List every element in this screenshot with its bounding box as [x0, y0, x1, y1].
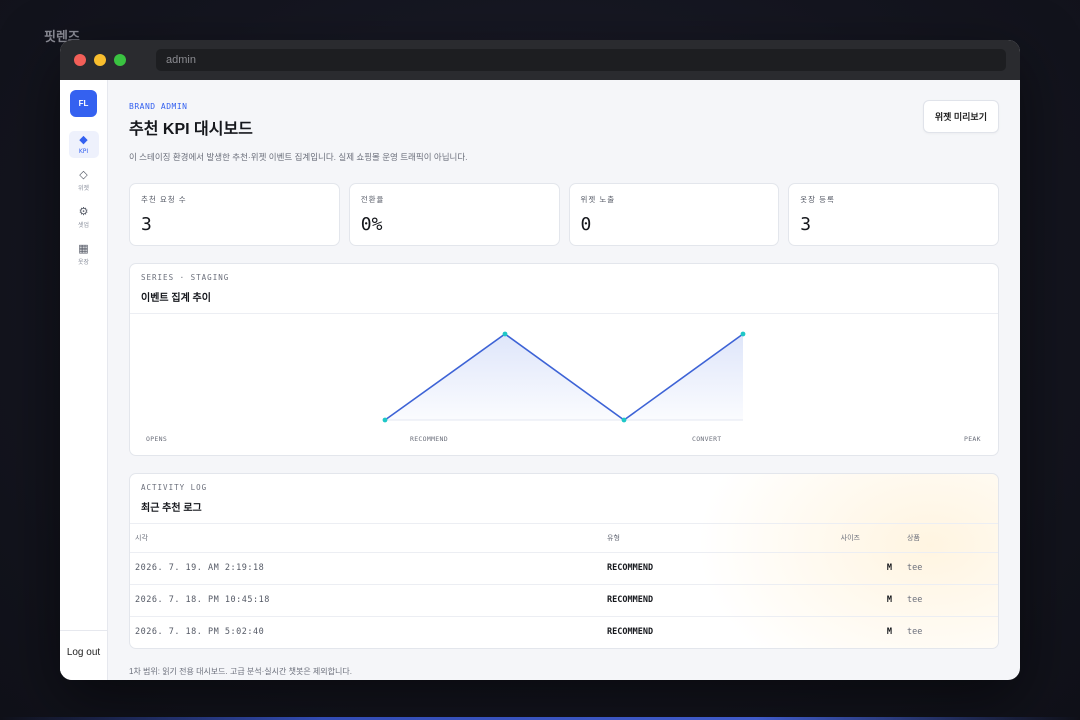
activity-log-table: 시각 유형 사이즈 상품 2026. 7. 19. AM 2:19:18 REC…: [130, 524, 998, 648]
x-axis-tick-label: CONVERT: [692, 435, 722, 443]
sidebar-item-1[interactable]: ◇ 위젯: [69, 166, 99, 195]
kpi-label: 옷장 등록: [800, 195, 835, 204]
minimize-window-button[interactable]: [94, 54, 106, 66]
kpi-card-wardrobe: 옷장 등록 3: [788, 183, 999, 246]
sidebar: FL ◆ KPI ◇ 위젯 ⚙ 셋업 ▦ 옷장 Log out: [60, 80, 108, 680]
log-type: RECOMMEND: [602, 584, 772, 617]
sidebar-nav: ◆ KPI ◇ 위젯 ⚙ 셋업 ▦ 옷장: [68, 117, 99, 269]
log-size: M: [772, 552, 902, 585]
table-row: 2026. 7. 19. AM 2:19:18 RECOMMEND M tee: [130, 552, 998, 585]
chart-point-recommend[interactable]: [502, 331, 508, 337]
sidebar-item-label: 셋업: [77, 222, 90, 229]
log-size: M: [772, 584, 902, 617]
table-row: 2026. 7. 18. PM 10:45:18 RECOMMEND M tee: [130, 584, 998, 617]
table-row: 2026. 7. 18. PM 5:02:40 RECOMMEND M tee: [130, 616, 998, 648]
series-card-header: SERIES · STAGING 이벤트 집계 추이: [130, 264, 998, 314]
kpi-value: 3: [141, 214, 152, 235]
page-header: BRAND ADMIN 추천 KPI 대시보드 위젯 미리보기: [129, 100, 999, 139]
column-header-product: 상품: [902, 524, 998, 553]
log-product: tee: [902, 552, 998, 585]
kpi-row: 추천 요청 수 3 전환율 0% 위젯 노출 0 옷장 등록 3: [129, 183, 999, 246]
log-time: 2026. 7. 19. AM 2:19:18: [130, 552, 602, 585]
activity-log-card: ACTIVITY LOG 최근 추천 로그 시각 유형 사이즈 상품 2026.…: [129, 473, 999, 649]
column-header-size: 사이즈: [772, 524, 902, 553]
log-time: 2026. 7. 18. PM 10:45:18: [130, 584, 602, 617]
chart-area: OPENS RECOMMEND CONVERT PEAK: [130, 314, 998, 455]
logout-button[interactable]: Log out: [60, 630, 107, 674]
grid-icon: ▦: [78, 243, 89, 255]
sidebar-item-label: 위젯: [77, 185, 90, 192]
event-trend-chart: [382, 331, 746, 423]
kpi-card-conversion: 전환율 0%: [348, 183, 560, 246]
column-header-type: 유형: [602, 524, 772, 553]
kpi-value: 0%: [360, 214, 383, 235]
logo-badge: FL: [70, 90, 97, 117]
table-header-row: 시각 유형 사이즈 상품: [130, 524, 998, 553]
series-card: SERIES · STAGING 이벤트 집계 추이 OPENS RECOMMEN…: [129, 263, 999, 456]
diamond-outline-icon: ◇: [79, 169, 88, 181]
log-product: tee: [907, 627, 923, 638]
page-eyebrow: BRAND ADMIN: [129, 102, 188, 111]
x-axis-tick-label: PEAK: [964, 435, 981, 443]
sidebar-item-2[interactable]: ⚙ 셋업: [69, 203, 99, 232]
address-bar[interactable]: admin: [156, 49, 1006, 71]
x-axis-tick-label: OPENS: [146, 435, 168, 443]
gear-icon: ⚙: [78, 206, 89, 218]
log-type: RECOMMEND: [607, 627, 654, 638]
diamond-filled-icon: ◆: [79, 134, 88, 146]
title-bar: admin: [60, 40, 1020, 80]
kpi-card-requests: 추천 요청 수 3: [129, 183, 340, 246]
kpi-value: 0: [580, 214, 592, 235]
sidebar-item-3[interactable]: ▦ 옷장: [69, 240, 99, 269]
maximize-window-button[interactable]: [114, 54, 126, 66]
sidebar-item-label: KPI: [78, 148, 89, 155]
series-title: 이벤트 집계 추이: [141, 293, 211, 304]
chart-point-opens[interactable]: [382, 417, 388, 423]
kpi-card-impressions: 위젯 노출 0: [568, 183, 780, 246]
scope-footnote: 1차 범위: 읽기 전용 대시보드. 고급 분석·실시간 챗봇은 제외합니다.: [129, 667, 352, 676]
column-header-time: 시각: [130, 524, 602, 553]
sidebar-item-label: 옷장: [77, 259, 90, 266]
page-title: 추천 KPI 대시보드: [129, 121, 253, 138]
main-content: BRAND ADMIN 추천 KPI 대시보드 위젯 미리보기 이 스테이징 환…: [108, 80, 1020, 680]
page-subtitle: 이 스테이징 환경에서 발생한 추천·위젯 이벤트 집계입니다. 실제 쇼핑몰 …: [129, 152, 468, 162]
log-size: M: [886, 627, 892, 638]
log-time: 2026. 7. 18. PM 5:02:40: [135, 627, 265, 638]
series-eyebrow: SERIES · STAGING: [141, 273, 230, 282]
kpi-value: 3: [800, 214, 812, 235]
sidebar-item-0[interactable]: ◆ KPI: [68, 131, 99, 158]
x-axis-tick-label: RECOMMEND: [410, 435, 448, 443]
log-title: 최근 추천 로그: [141, 503, 202, 514]
chart-point-peak[interactable]: [740, 331, 746, 337]
log-eyebrow: ACTIVITY LOG: [141, 483, 208, 492]
log-card-header: ACTIVITY LOG 최근 추천 로그: [130, 474, 998, 524]
app-shell: FL ◆ KPI ◇ 위젯 ⚙ 셋업 ▦ 옷장 Log out BRAND ADMIN 추천 …: [60, 80, 1020, 680]
kpi-label: 추천 요청 수: [141, 195, 187, 204]
close-window-button[interactable]: [74, 54, 86, 66]
log-product: tee: [902, 584, 998, 617]
kpi-label: 전환율: [360, 195, 385, 204]
log-type: RECOMMEND: [602, 552, 772, 585]
chart-point-convert[interactable]: [621, 417, 627, 423]
widget-preview-button[interactable]: 위젯 미리보기: [922, 100, 999, 133]
kpi-label: 위젯 노출: [580, 195, 616, 204]
browser-window: admin FL ◆ KPI ◇ 위젯 ⚙ 셋업 ▦ 옷장 Log out BRAND ADM…: [60, 40, 1020, 680]
